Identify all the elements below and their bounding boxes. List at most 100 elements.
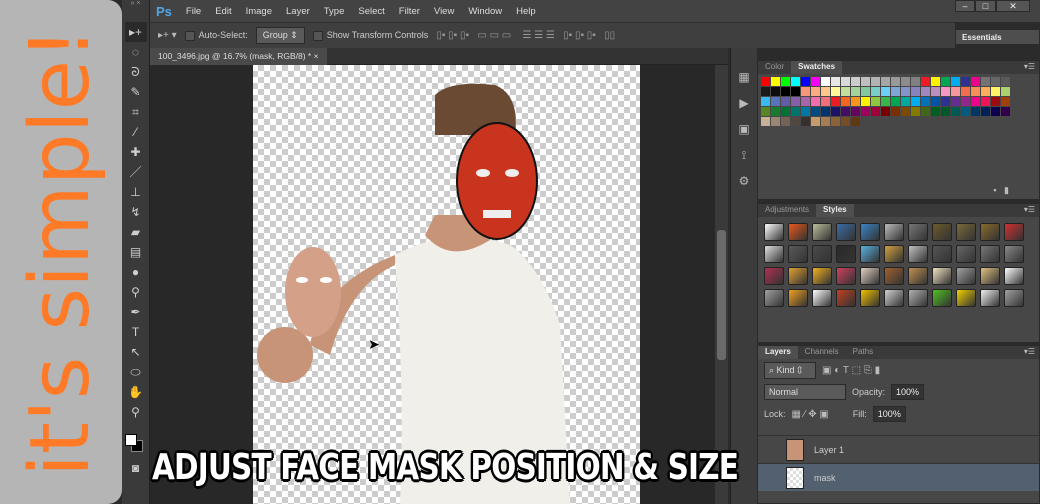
swatch[interactable] (831, 97, 840, 106)
swatch[interactable] (991, 77, 1000, 86)
layer-row[interactable]: Layer 1 (758, 435, 1039, 463)
tab-layers[interactable]: Layers (758, 346, 798, 359)
swatch[interactable] (801, 107, 810, 116)
style-preset[interactable] (908, 267, 928, 285)
stamp-tool-icon[interactable]: ⊥ (125, 182, 147, 202)
swatch[interactable] (841, 107, 850, 116)
swatch[interactable] (761, 107, 770, 116)
document-canvas[interactable] (150, 65, 715, 504)
swatch[interactable] (861, 97, 870, 106)
menu-layer[interactable]: Layer (286, 6, 310, 17)
menu-window[interactable]: Window (468, 6, 502, 17)
align-icons[interactable]: ▯▪ ▯▪ ▯▪ ▭ ▭ ▭ ☰ ☰ ☰ ▯▪ ▯▪ ▯▪ ▯▯ (436, 30, 615, 41)
swatch[interactable] (911, 97, 920, 106)
style-preset[interactable] (956, 289, 976, 307)
swatch[interactable] (801, 87, 810, 96)
blend-mode-dropdown[interactable]: Normal (764, 384, 846, 400)
swatch[interactable] (981, 107, 990, 116)
style-preset[interactable] (836, 223, 856, 241)
swatch[interactable] (891, 87, 900, 96)
show-transform-checkbox[interactable]: Show Transform Controls (312, 30, 428, 41)
swatch[interactable] (771, 117, 780, 126)
style-preset[interactable] (860, 267, 880, 285)
swatch[interactable] (961, 107, 970, 116)
style-preset[interactable] (788, 223, 808, 241)
history-brush-tool-icon[interactable]: ↯ (125, 202, 147, 222)
swatch[interactable] (851, 77, 860, 86)
swatch[interactable] (771, 77, 780, 86)
swatch[interactable] (931, 107, 940, 116)
swatch[interactable] (941, 77, 950, 86)
fill-input[interactable]: 100% (872, 406, 906, 422)
style-preset[interactable] (764, 245, 784, 263)
quick-mask-icon[interactable]: ◙ (125, 458, 147, 478)
swatch[interactable] (1001, 77, 1010, 86)
style-preset[interactable] (764, 223, 784, 241)
swatch[interactable] (951, 87, 960, 96)
gradient-tool-icon[interactable]: ▤ (125, 242, 147, 262)
opacity-input[interactable]: 100% (891, 384, 925, 400)
actions-panel-icon[interactable]: ▶ (731, 90, 757, 116)
style-preset[interactable] (764, 267, 784, 285)
style-preset[interactable] (980, 245, 1000, 263)
tab-swatches[interactable]: Swatches (791, 61, 843, 74)
lock-icons[interactable]: ▦ ⁄ ✥ ▣ (792, 409, 829, 420)
style-preset[interactable] (788, 289, 808, 307)
swatch[interactable] (861, 107, 870, 116)
style-preset[interactable] (932, 267, 952, 285)
close-tab-icon[interactable]: × (314, 51, 319, 61)
swatch[interactable] (921, 107, 930, 116)
swatch[interactable] (981, 77, 990, 86)
swatch[interactable] (761, 87, 770, 96)
swatch[interactable] (771, 87, 780, 96)
style-preset[interactable] (980, 267, 1000, 285)
menu-filter[interactable]: Filter (399, 6, 420, 17)
tab-color[interactable]: Color (758, 61, 791, 74)
swatch[interactable] (811, 87, 820, 96)
brush-panel-icon[interactable]: ⟟ (731, 142, 757, 168)
swatch[interactable] (831, 117, 840, 126)
lasso-tool-icon[interactable]: ᘐ (125, 62, 147, 82)
swatch[interactable] (861, 87, 870, 96)
swatch[interactable] (851, 87, 860, 96)
ellipse-tool-icon[interactable]: ⬭ (125, 362, 147, 382)
workspace-switcher[interactable]: Essentials (955, 29, 1040, 45)
canvas-area[interactable]: ➤ (150, 65, 715, 504)
move-tool-preset-icon[interactable]: ▸+ ▾ (158, 30, 177, 41)
panel-menu-icon[interactable]: ▾☰ (1024, 62, 1035, 71)
menu-file[interactable]: File (186, 6, 201, 17)
swatch[interactable] (771, 97, 780, 106)
swatch[interactable] (991, 107, 1000, 116)
swatch[interactable] (881, 77, 890, 86)
swatch[interactable] (951, 97, 960, 106)
zoom-tool-icon[interactable]: ⚲ (125, 402, 147, 422)
swatch[interactable] (821, 77, 830, 86)
swatch[interactable] (791, 77, 800, 86)
swatch[interactable] (1001, 87, 1010, 96)
swatch[interactable] (971, 97, 980, 106)
color-swatches[interactable] (122, 428, 149, 458)
swatch[interactable] (951, 107, 960, 116)
style-preset[interactable] (1004, 245, 1024, 263)
type-tool-icon[interactable]: T (125, 322, 147, 342)
swatch[interactable] (961, 77, 970, 86)
swatch[interactable] (841, 87, 850, 96)
swatch[interactable] (871, 107, 880, 116)
swatch[interactable] (851, 97, 860, 106)
marquee-tool-icon[interactable]: ◌ (125, 42, 147, 62)
swatch[interactable] (911, 87, 920, 96)
swatch[interactable] (961, 87, 970, 96)
swatch[interactable] (811, 117, 820, 126)
swatch[interactable] (901, 107, 910, 116)
swatch[interactable] (871, 77, 880, 86)
style-preset[interactable] (860, 245, 880, 263)
style-preset[interactable] (836, 267, 856, 285)
style-preset[interactable] (908, 223, 928, 241)
swatch[interactable] (891, 97, 900, 106)
swatch[interactable] (851, 107, 860, 116)
close-button[interactable]: ✕ (996, 0, 1030, 12)
swatch[interactable] (791, 117, 800, 126)
swatch[interactable] (831, 77, 840, 86)
swatch[interactable] (821, 97, 830, 106)
style-preset[interactable] (884, 267, 904, 285)
